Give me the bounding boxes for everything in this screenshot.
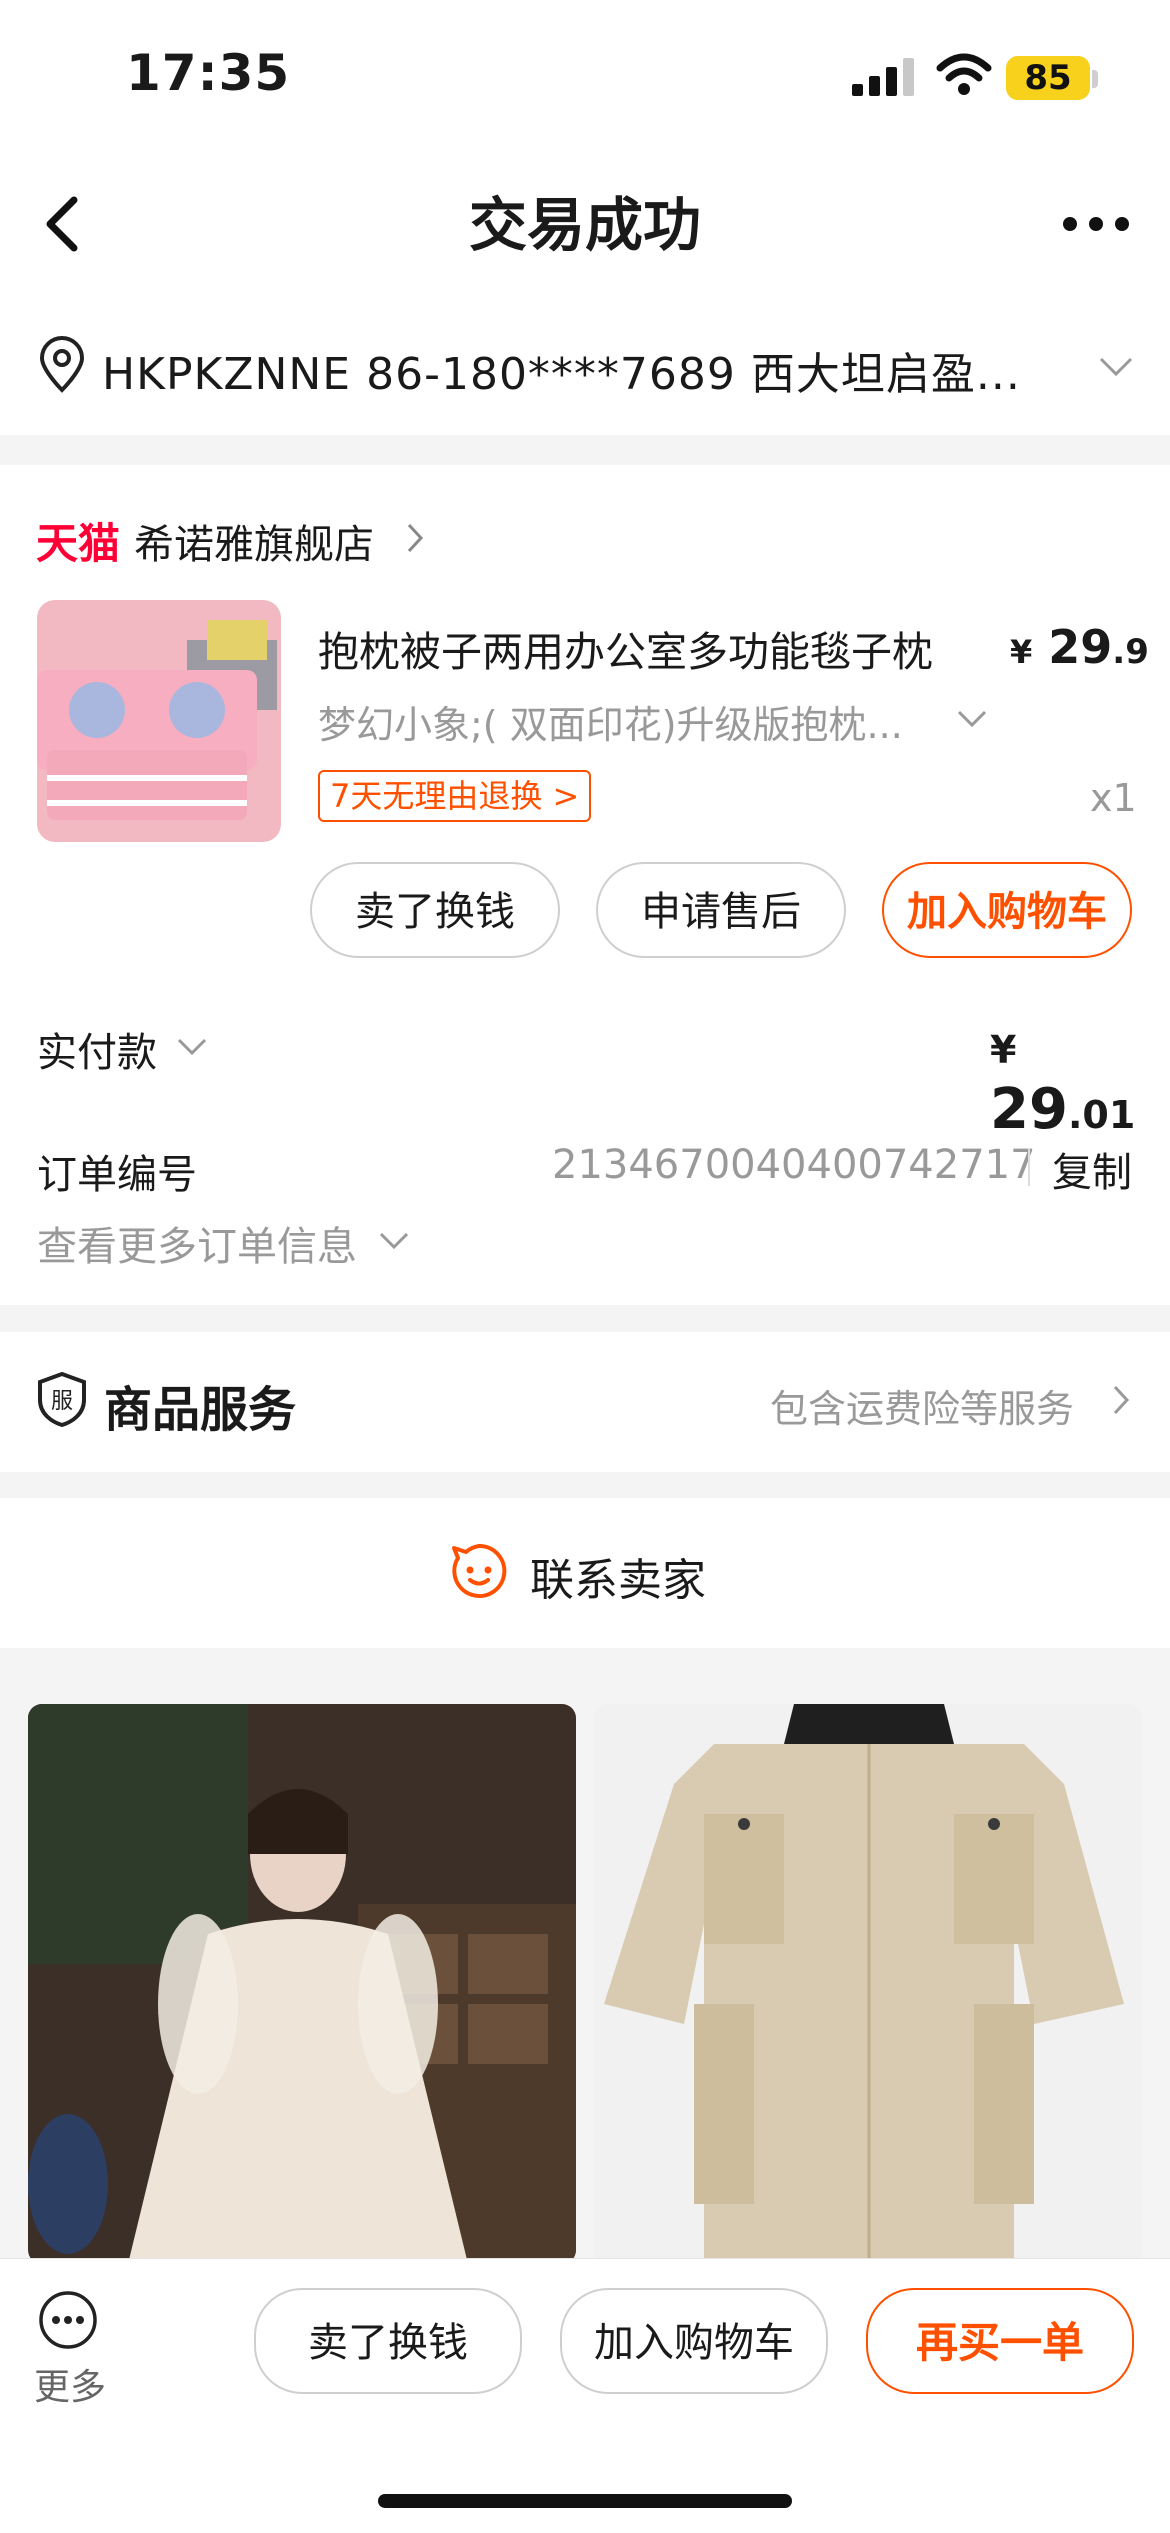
address-text: HKPKZNNE 86-180****7689 西大坦启盈... — [102, 349, 1021, 400]
store-name[interactable]: 希诺雅旗舰店 — [134, 512, 374, 570]
paid-integer: 29 — [990, 1077, 1068, 1142]
paid-decimal: .01 — [1067, 1093, 1136, 1137]
wifi-icon — [936, 53, 992, 95]
page-title: 交易成功 — [468, 191, 701, 259]
more-menu-icon[interactable] — [36, 2288, 100, 2352]
chevron-right-icon[interactable] — [406, 522, 424, 554]
add-to-cart-button[interactable]: 加入购物车 — [882, 862, 1132, 958]
location-icon — [39, 336, 85, 393]
contact-seller-label[interactable]: 联系卖家 — [530, 1544, 706, 1608]
add-to-cart-button[interactable]: 加入购物车 — [560, 2288, 828, 2394]
price-symbol: ¥ — [1010, 633, 1033, 671]
contact-seller-icon[interactable] — [448, 1540, 510, 1602]
svg-text:服: 服 — [51, 1389, 73, 1414]
more-menu-label[interactable]: 更多 — [34, 2358, 106, 2410]
chevron-right-icon[interactable] — [1112, 1384, 1130, 1416]
order-number-label: 订单编号 — [37, 1152, 197, 1198]
recommendation-image[interactable] — [28, 1704, 576, 2264]
return-policy-badge[interactable]: 7天无理由退换 > — [318, 770, 592, 822]
service-title: 商品服务 — [104, 1382, 297, 1438]
service-shield-icon: 服 — [38, 1371, 86, 1428]
sell-button[interactable]: 卖了换钱 — [254, 2288, 522, 2394]
product-image[interactable] — [37, 600, 281, 842]
sell-button[interactable]: 卖了换钱 — [310, 862, 560, 958]
paid-amount: ¥ 29.01 — [990, 1012, 1170, 1142]
home-indicator — [378, 2494, 792, 2508]
copy-button[interactable]: 复制 — [1052, 1140, 1132, 1198]
more-icon[interactable] — [1060, 214, 1132, 234]
product-spec: 梦幻小象;( 双面印花)升级版抱枕... — [318, 703, 903, 747]
chevron-down-icon[interactable] — [378, 1230, 410, 1252]
service-description[interactable]: 包含运费险等服务 — [770, 1378, 1074, 1433]
product-price: ¥ 29.9 — [1010, 620, 1149, 674]
divider — [1028, 1148, 1030, 1186]
product-quantity: x1 — [1090, 776, 1137, 820]
paid-label[interactable]: 实付款 — [37, 1020, 157, 1078]
recommendation-image[interactable] — [594, 1704, 1142, 2264]
order-number-value: 2134670040400742717 — [552, 1142, 1036, 1188]
paid-symbol: ¥ — [990, 1028, 1017, 1072]
price-decimal: .9 — [1112, 632, 1149, 672]
product-title[interactable]: 抱枕被子两用办公室多功能毯子枕 — [318, 618, 978, 678]
tmall-logo: 天猫 — [36, 519, 121, 568]
more-order-info[interactable]: 查看更多订单信息 — [37, 1214, 357, 1272]
chevron-down-icon[interactable] — [1098, 356, 1134, 378]
price-integer: 29 — [1048, 620, 1113, 674]
chevron-down-icon[interactable] — [176, 1036, 208, 1058]
battery-cap — [1092, 70, 1098, 88]
signal-icon — [852, 58, 914, 96]
status-time: 17:35 — [126, 44, 291, 102]
buy-again-button[interactable]: 再买一单 — [866, 2288, 1134, 2394]
chevron-down-icon[interactable] — [956, 708, 988, 730]
after-sale-button[interactable]: 申请售后 — [596, 862, 846, 958]
battery-level: 85 — [1024, 58, 1072, 98]
